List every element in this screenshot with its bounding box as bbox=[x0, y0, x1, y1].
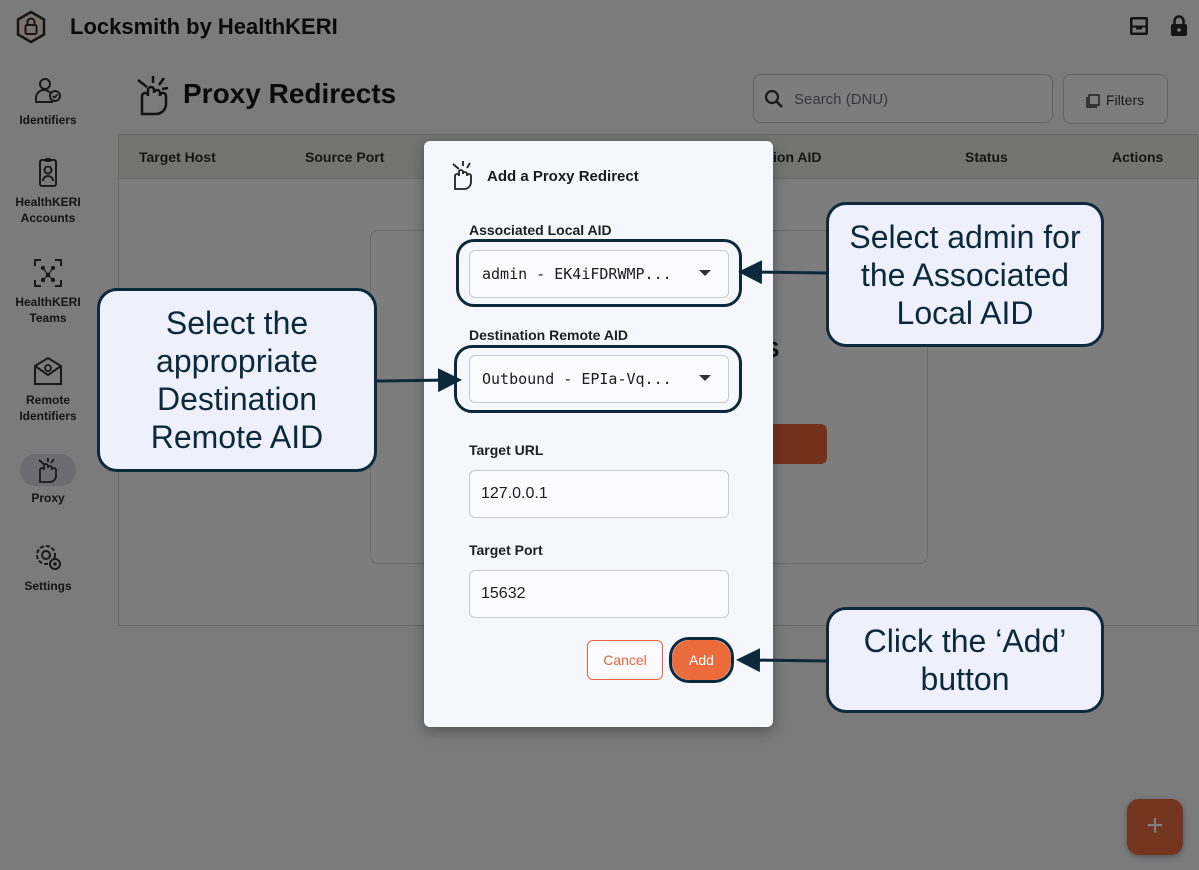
callout-local-aid-text: Select admin for the Associated Local AI… bbox=[849, 218, 1081, 331]
proxy-icon bbox=[452, 161, 472, 190]
target-url-input[interactable] bbox=[469, 470, 729, 518]
target-port-input[interactable] bbox=[469, 570, 729, 618]
chevron-down-icon bbox=[699, 375, 711, 381]
add-proxy-redirect-dialog: Add a Proxy Redirect Associated Local AI… bbox=[424, 141, 773, 727]
chevron-down-icon bbox=[699, 270, 711, 276]
remote-aid-label: Destination Remote AID bbox=[469, 327, 628, 343]
remote-aid-select[interactable]: Outbound - EPIa-Vq... bbox=[469, 355, 729, 403]
callout-add: Click the ‘Add’ button bbox=[826, 607, 1104, 713]
callout-remote-aid-text: Select the appropriate Destination Remot… bbox=[150, 305, 324, 455]
dialog-title: Add a Proxy Redirect bbox=[487, 168, 639, 185]
local-aid-label: Associated Local AID bbox=[469, 222, 612, 238]
cancel-button[interactable]: Cancel bbox=[587, 640, 663, 680]
target-port-label: Target Port bbox=[469, 542, 543, 558]
local-aid-value: admin - EK4iFDRWMP... bbox=[482, 265, 672, 283]
remote-aid-value: Outbound - EPIa-Vq... bbox=[482, 370, 672, 388]
callout-local-aid: Select admin for the Associated Local AI… bbox=[826, 202, 1104, 347]
add-button[interactable]: Add bbox=[672, 640, 731, 680]
callout-add-text: Click the ‘Add’ button bbox=[863, 623, 1067, 697]
target-url-label: Target URL bbox=[469, 442, 544, 458]
callout-remote-aid: Select the appropriate Destination Remot… bbox=[97, 288, 377, 472]
local-aid-select[interactable]: admin - EK4iFDRWMP... bbox=[469, 250, 729, 298]
